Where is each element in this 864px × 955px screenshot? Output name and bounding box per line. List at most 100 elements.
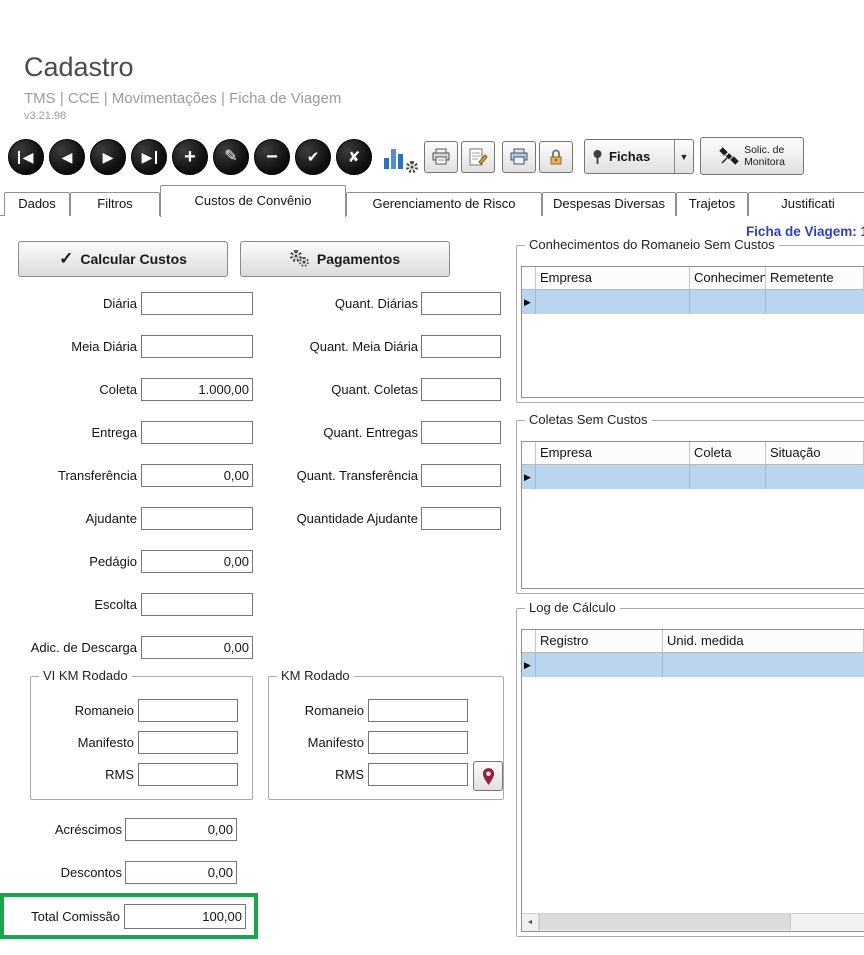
selected-row[interactable]: ▶ [522, 465, 864, 489]
fichas-label: Fichas [609, 149, 650, 164]
total-comissao-input[interactable] [124, 904, 246, 929]
printer-blue-icon [509, 148, 529, 166]
previous-record-button[interactable]: ◀ [49, 139, 85, 175]
document-pencil-icon [468, 148, 488, 166]
km-romaneio-input[interactable] [368, 699, 468, 722]
field-label: Quant. Coletas [253, 378, 418, 401]
vi-manifesto-input[interactable] [138, 731, 238, 754]
column-header[interactable]: Unid. medida [663, 630, 864, 653]
column-header[interactable]: Situação [766, 442, 864, 465]
map-pin-button[interactable] [473, 761, 503, 791]
diaria-input[interactable] [141, 292, 253, 315]
pedagio-input[interactable] [141, 550, 253, 573]
version-label: v3.21.98 [24, 110, 66, 122]
calcular-custos-label: Calcular Custos [80, 251, 187, 267]
quant-meia-diaria-input[interactable] [421, 335, 501, 358]
field-label: Pedágio [0, 550, 137, 573]
cell-registro [536, 653, 663, 677]
tab-gerenciamento-de-risco[interactable]: Gerenciamento de Risco [346, 192, 542, 216]
security-button[interactable] [539, 141, 573, 173]
confirm-record-button[interactable]: ✔ [295, 139, 331, 175]
row-indicator-icon: ▶ [522, 290, 536, 314]
quant-transferencia-input[interactable] [421, 464, 501, 487]
field-label: RMS [269, 763, 364, 786]
acrescimos-input[interactable] [125, 818, 237, 841]
row-indicator-icon: ▶ [522, 653, 536, 677]
print-preview-button[interactable] [502, 141, 536, 173]
cell-empresa [536, 290, 690, 314]
tab-despesas-diversas[interactable]: Despesas Diversas [542, 192, 676, 216]
cell-coleta [690, 465, 766, 489]
cell-remetente [766, 290, 864, 314]
log-calculo-group: Log de Cálculo Registro Unid. medida ▶ ◄ [516, 608, 864, 937]
scroll-left-button[interactable]: ◄ [522, 914, 539, 931]
vi-rms-input[interactable] [138, 763, 238, 786]
column-header[interactable]: Empresa [536, 442, 690, 465]
meia-diaria-input[interactable] [141, 335, 253, 358]
grid-header-row: Empresa Conhecimento Remetente [522, 267, 864, 290]
fichas-dropdown-button[interactable]: ▼ [674, 140, 693, 173]
vi-romaneio-input[interactable] [138, 699, 238, 722]
fichas-button[interactable]: Fichas ▼ [584, 139, 694, 174]
quant-diarias-input[interactable] [421, 292, 501, 315]
cell-situacao [766, 465, 864, 489]
next-record-icon: ▶ [103, 150, 114, 164]
field-label: Romaneio [269, 699, 364, 722]
tab-justificativas[interactable]: Justificati [748, 192, 864, 216]
column-header[interactable]: Registro [536, 630, 663, 653]
solic-label-line1: Solic. de [744, 144, 785, 156]
pagamentos-label: Pagamentos [317, 251, 400, 267]
column-header[interactable]: Remetente [766, 267, 864, 290]
print-button[interactable] [424, 141, 458, 173]
quantidade-ajudante-input[interactable] [421, 507, 501, 530]
column-header[interactable]: Conhecimento [690, 267, 766, 290]
map-pin-icon [481, 767, 496, 786]
field-label: RMS [31, 763, 134, 786]
coletas-group: Coletas Sem Custos Empresa Coleta Situaç… [516, 420, 864, 594]
chart-settings-button[interactable] [382, 143, 420, 173]
km-rms-input[interactable] [368, 763, 468, 786]
next-record-button[interactable]: ▶ [90, 139, 126, 175]
tab-trajetos[interactable]: Trajetos [676, 192, 748, 216]
field-label: Adic. de Descarga [0, 636, 137, 659]
selected-row[interactable]: ▶ [522, 290, 864, 314]
first-record-button[interactable]: ◀ [8, 139, 44, 175]
descontos-input[interactable] [125, 861, 237, 884]
scrollbar-thumb[interactable] [539, 914, 791, 930]
field-label: Total Comissão [4, 905, 120, 928]
field-label: Manifesto [269, 731, 364, 754]
solic-monitora-button[interactable]: Solic. de Monitora [700, 137, 804, 175]
conhecimentos-group: Conhecimentos do Romaneio Sem Custos Emp… [516, 245, 864, 403]
entrega-input[interactable] [141, 421, 253, 444]
adic-descarga-input[interactable] [141, 636, 253, 659]
edit-record-button[interactable]: ✎ [213, 139, 249, 175]
add-record-button[interactable]: + [172, 139, 208, 175]
tab-filtros[interactable]: Filtros [70, 192, 160, 216]
field-label: Quantidade Ajudante [253, 507, 418, 530]
column-header[interactable]: Empresa [536, 267, 690, 290]
selected-row[interactable]: ▶ [522, 653, 864, 677]
tab-dados[interactable]: Dados [4, 192, 70, 216]
quant-coletas-input[interactable] [421, 378, 501, 401]
tab-custos-de-convenio[interactable]: Custos de Convênio [160, 185, 346, 217]
column-header[interactable]: Coleta [690, 442, 766, 465]
coleta-input[interactable] [141, 378, 253, 401]
horizontal-scrollbar[interactable]: ◄ [522, 913, 864, 931]
calcular-custos-button[interactable]: ✓ Calcular Custos [18, 241, 228, 277]
quant-entregas-input[interactable] [421, 421, 501, 444]
fichas-main[interactable]: Fichas [585, 149, 656, 165]
vi-km-rodado-title: VI KM Rodado [39, 668, 132, 683]
last-record-button[interactable]: ▶ [131, 139, 167, 175]
report-edit-button[interactable] [461, 141, 495, 173]
remove-record-button[interactable]: − [254, 139, 290, 175]
cancel-record-button[interactable]: ✘ [336, 139, 372, 175]
minus-icon: − [266, 147, 278, 167]
pagamentos-button[interactable]: Pagamentos [240, 241, 450, 277]
printer-icon [431, 148, 451, 166]
ajudante-input[interactable] [141, 507, 253, 530]
log-calculo-title: Log de Cálculo [525, 600, 620, 615]
km-manifesto-input[interactable] [368, 731, 468, 754]
conhecimentos-title: Conhecimentos do Romaneio Sem Custos [525, 237, 779, 252]
escolta-input[interactable] [141, 593, 253, 616]
transferencia-input[interactable] [141, 464, 253, 487]
